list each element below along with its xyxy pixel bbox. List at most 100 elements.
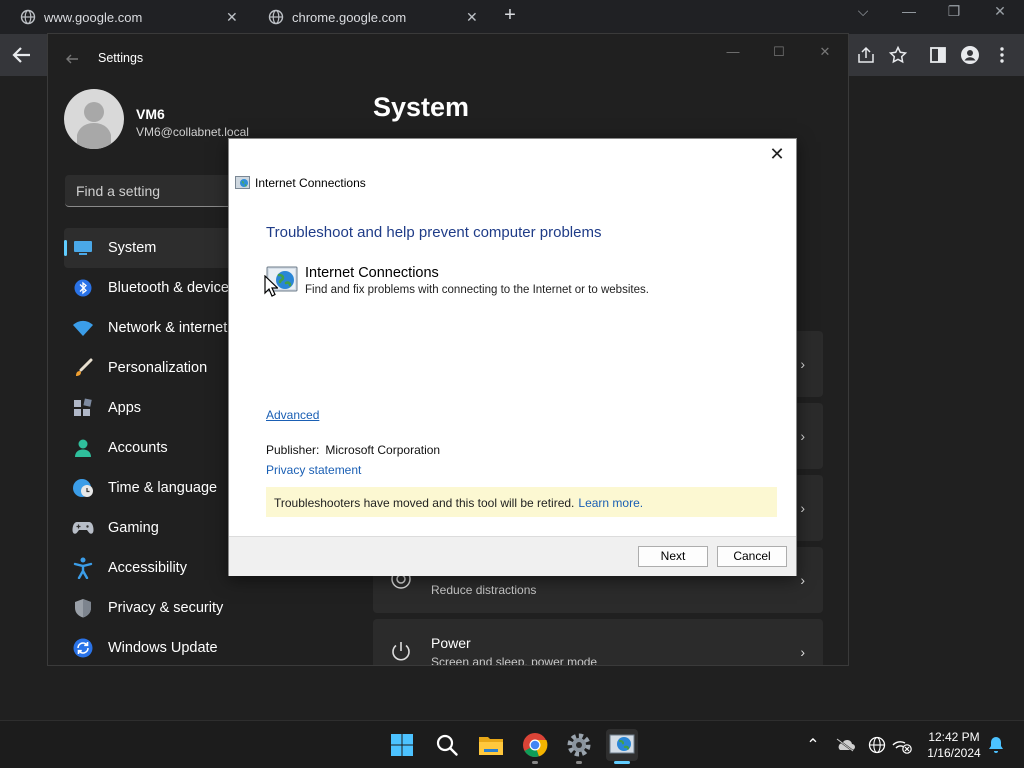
- running-indicator: [576, 761, 582, 764]
- globe-icon: [268, 9, 284, 25]
- settings-minimize-button[interactable]: —: [724, 44, 742, 59]
- brush-icon: [72, 357, 94, 379]
- chrome-icon: [523, 733, 548, 757]
- kebab-menu-icon[interactable]: [992, 45, 1012, 65]
- start-icon: [391, 734, 413, 756]
- dialog-title: Internet Connections: [255, 176, 366, 190]
- taskbar-troubleshooter[interactable]: [606, 729, 638, 764]
- network-disconnected-icon[interactable]: [892, 735, 912, 755]
- nav-item-privacy-security[interactable]: Privacy & security: [64, 588, 314, 628]
- bookmark-star-icon[interactable]: [888, 45, 908, 65]
- globe-icon: [20, 9, 36, 25]
- browser-tab-google[interactable]: www.google.com ✕: [0, 0, 248, 34]
- taskbar-file-explorer[interactable]: [475, 729, 507, 761]
- chevron-up-icon[interactable]: ⌃: [803, 735, 823, 755]
- chevron-right-icon: ›: [800, 500, 805, 516]
- browser-tab-chrome[interactable]: chrome.google.com ✕: [248, 0, 496, 34]
- file-explorer-icon: [479, 737, 503, 755]
- settings-gear-icon: [567, 733, 591, 757]
- system-clock[interactable]: 12:42 PM 1/16/2024: [922, 729, 986, 761]
- browser-restore-button[interactable]: ❐: [944, 3, 964, 20]
- search-icon: [436, 734, 458, 756]
- nav-item-label: Privacy & security: [108, 600, 224, 616]
- notification-bell-icon[interactable]: [986, 735, 1006, 755]
- side-panel-icon[interactable]: [928, 45, 948, 65]
- troubleshooter-dialog: ✕ Internet Connections Troubleshoot and …: [228, 138, 797, 576]
- clock-time: 12:42 PM: [928, 730, 980, 744]
- share-icon[interactable]: [856, 45, 876, 65]
- chevron-right-icon: ›: [800, 572, 805, 588]
- profile-icon[interactable]: [960, 45, 980, 65]
- card-title: Power: [431, 635, 471, 651]
- search-placeholder: Find a setting: [76, 183, 161, 199]
- new-tab-button[interactable]: +: [500, 4, 520, 27]
- taskbar: ⌃ 12:42 PM 1/16/2024: [0, 720, 1024, 768]
- onedrive-icon[interactable]: [835, 735, 855, 755]
- troubleshooter-item-description: Find and fix problems with connecting to…: [305, 284, 649, 296]
- banner-text: Troubleshooters have moved and this tool…: [274, 496, 575, 510]
- nav-item-windows-update[interactable]: Windows Update: [64, 628, 314, 665]
- taskbar-settings[interactable]: [563, 729, 595, 764]
- tab-search-dropdown-icon[interactable]: ⌵: [853, 3, 873, 20]
- browser-close-button[interactable]: ✕: [990, 3, 1010, 20]
- tab-close-icon[interactable]: ✕: [466, 9, 478, 26]
- chevron-right-icon: ›: [800, 356, 805, 372]
- settings-card-power[interactable]: Power Screen and sleep, power mode ›: [373, 619, 823, 666]
- dialog-footer: Next Cancel: [229, 536, 796, 576]
- settings-close-button[interactable]: ✕: [816, 44, 834, 60]
- nav-item-label: Windows Update: [108, 640, 218, 656]
- chevron-right-icon: ›: [800, 428, 805, 444]
- card-subtitle: Screen and sleep, power mode: [431, 655, 598, 666]
- mouse-cursor-icon: [264, 275, 278, 297]
- taskbar-chrome[interactable]: [519, 729, 551, 764]
- globe-clock-icon: [72, 477, 94, 499]
- browser-minimize-button[interactable]: —: [899, 3, 919, 19]
- taskbar-search-button[interactable]: [431, 729, 463, 761]
- next-button[interactable]: Next: [638, 546, 708, 567]
- browser-tab-label: www.google.com: [44, 9, 143, 25]
- retirement-banner: Troubleshooters have moved and this tool…: [266, 487, 777, 517]
- privacy-statement-link[interactable]: Privacy statement: [266, 463, 361, 477]
- browser-tabstrip: www.google.com ✕ chrome.google.com ✕ + ⌵…: [0, 0, 1024, 34]
- back-arrow-icon[interactable]: [10, 43, 34, 67]
- tab-close-icon[interactable]: ✕: [226, 9, 238, 26]
- internet-connections-icon: [235, 176, 250, 189]
- shield-icon: [72, 597, 94, 619]
- nav-item-label: Accessibility: [108, 560, 187, 576]
- settings-maximize-button[interactable]: ☐: [770, 44, 788, 60]
- nav-item-label: Personalization: [108, 360, 208, 376]
- running-indicator: [532, 761, 538, 764]
- bluetooth-icon: [72, 277, 94, 299]
- running-indicator: [614, 761, 630, 764]
- person-icon: [72, 437, 94, 459]
- wifi-icon: [72, 317, 94, 339]
- chevron-right-icon: ›: [800, 644, 805, 660]
- nav-item-label: Gaming: [108, 520, 159, 536]
- settings-title: Settings: [98, 51, 144, 65]
- person-icon: [77, 102, 111, 149]
- accessibility-icon: [72, 557, 94, 579]
- publisher-label: Publisher:: [266, 443, 320, 457]
- publisher-row: Publisher: Microsoft Corporation: [266, 443, 440, 457]
- user-name: VM6: [136, 106, 165, 122]
- start-button[interactable]: [386, 729, 418, 761]
- troubleshooter-item-title[interactable]: Internet Connections: [305, 265, 439, 281]
- clock-date: 1/16/2024: [927, 746, 981, 760]
- nav-item-label: Network & internet: [108, 320, 228, 336]
- nav-item-label: Accounts: [108, 440, 168, 456]
- avatar: [64, 89, 124, 149]
- back-arrow-icon[interactable]: [64, 51, 80, 67]
- nav-item-label: System: [108, 240, 157, 256]
- user-email: VM6@collabnet.local: [136, 125, 249, 139]
- dialog-close-button[interactable]: ✕: [766, 143, 788, 165]
- browser-tab-label: chrome.google.com: [292, 9, 407, 25]
- troubleshooter-icon: [609, 734, 635, 754]
- learn-more-link[interactable]: Learn more.: [578, 496, 643, 510]
- advanced-link[interactable]: Advanced: [266, 408, 319, 422]
- cancel-button[interactable]: Cancel: [717, 546, 787, 567]
- gamepad-icon: [72, 517, 94, 539]
- page-title: System: [373, 92, 470, 122]
- publisher-value: Microsoft Corporation: [325, 443, 441, 457]
- language-icon[interactable]: [867, 735, 887, 755]
- settings-titlebar[interactable]: Settings — ☐ ✕: [48, 34, 848, 82]
